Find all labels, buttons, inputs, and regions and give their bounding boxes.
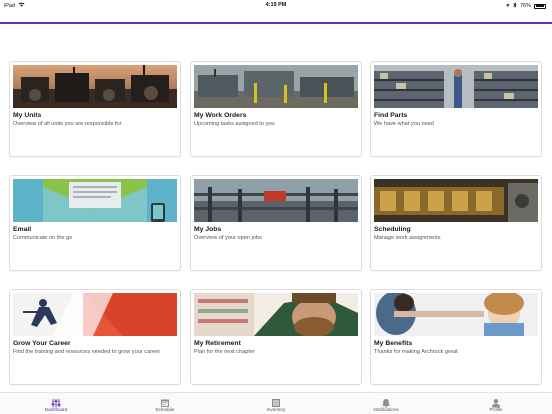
- card-subtitle: Overview of your open jobs: [194, 235, 262, 241]
- compressor-units-photo: [13, 65, 177, 108]
- card-title: My Retirement: [194, 340, 241, 347]
- industrial-site-photo: [194, 65, 358, 108]
- card-title: My Benefits: [374, 340, 413, 347]
- card-title: My Work Orders: [194, 112, 247, 119]
- sliders-icon: [51, 395, 61, 407]
- card-subtitle: Upcoming tasks assigned to you: [194, 121, 275, 127]
- child-doctor-photo: [374, 293, 538, 336]
- card-subtitle: Overview of all units you are responsibl…: [13, 121, 122, 127]
- tab-notifications[interactable]: Notifications: [356, 395, 416, 412]
- tab-label: Schedule: [155, 407, 175, 412]
- card-title: My Units: [13, 112, 42, 119]
- tab-label: Notifications: [373, 407, 399, 412]
- bearded-man-photo: [194, 293, 358, 336]
- card-my-jobs[interactable]: My Jobs Overview of your open jobs: [190, 175, 362, 271]
- tab-label: Dashboard: [44, 407, 68, 412]
- pipes-facility-photo: [194, 179, 358, 222]
- tab-label: Profile: [489, 407, 503, 412]
- bottom-tab-bar: Dashboard Schedule Inventory Notificatio…: [0, 392, 552, 414]
- card-email[interactable]: Email Communicate on the go: [9, 175, 181, 271]
- card-title: Email: [13, 226, 32, 233]
- envelope-illustration: [13, 179, 177, 222]
- card-title: Find Parts: [374, 112, 408, 119]
- card-my-retirement[interactable]: My Retirement Plan for the next chapter: [190, 289, 362, 385]
- card-title: Grow Your Career: [13, 340, 71, 347]
- card-subtitle: Plan for the next chapter: [194, 349, 255, 355]
- card-subtitle: Find the training and resources needed t…: [13, 349, 161, 355]
- tab-profile[interactable]: Profile: [466, 395, 526, 412]
- warehouse-shelves-photo: [374, 65, 538, 108]
- card-scheduling[interactable]: Scheduling Manage work assignments: [370, 175, 542, 271]
- card-title: Scheduling: [374, 226, 411, 233]
- card-title: My Jobs: [194, 226, 222, 233]
- tab-dashboard[interactable]: Dashboard: [26, 395, 86, 412]
- person-icon: [491, 395, 501, 408]
- running-man-illustration: [13, 293, 177, 336]
- card-find-parts[interactable]: Find Parts We have what you need: [370, 61, 542, 157]
- card-my-benefits[interactable]: My Benefits Thanks for making Archrock g…: [370, 289, 542, 385]
- tab-label: Inventory: [266, 407, 286, 412]
- inventory-icon: [271, 395, 281, 407]
- card-my-units[interactable]: My Units Overview of all units you are r…: [9, 61, 181, 157]
- tab-inventory[interactable]: Inventory: [246, 395, 306, 412]
- tab-schedule[interactable]: Schedule: [135, 395, 195, 412]
- card-grow-your-career[interactable]: Grow Your Career Find the training and r…: [9, 289, 181, 385]
- bell-icon: [381, 395, 391, 408]
- card-subtitle: Communicate on the go: [13, 235, 73, 241]
- card-subtitle: Manage work assignments: [374, 235, 441, 241]
- card-my-work-orders[interactable]: My Work Orders Upcoming tasks assigned t…: [190, 61, 362, 157]
- card-subtitle: Thanks for making Archrock great: [374, 349, 458, 355]
- engine-machinery-photo: [374, 179, 538, 222]
- card-subtitle: We have what you need: [374, 121, 434, 127]
- calendar-icon: [160, 395, 170, 407]
- dashboard-grid: My Units Overview of all units you are r…: [0, 0, 552, 414]
